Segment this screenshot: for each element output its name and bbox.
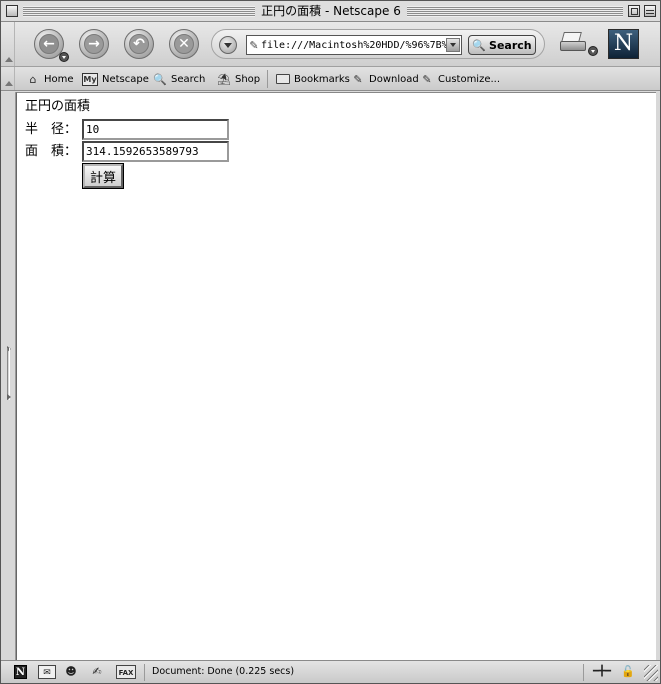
toolbar-shop[interactable]: ⛱ Shop — [217, 71, 260, 87]
download-bookmark-icon: ✎ — [353, 72, 363, 86]
back-history-dropdown[interactable] — [59, 52, 69, 62]
calculate-button[interactable]: 計算 — [82, 163, 124, 189]
search-button[interactable]: 🔍 Search — [468, 35, 536, 55]
area-output[interactable] — [82, 141, 229, 162]
personal-toolbar: ⌂ Home My Netscape 🔍 Search ⛱ Shop Bookm… — [1, 67, 660, 91]
zoom-box[interactable] — [628, 5, 640, 17]
toolbar-customize-label: Customize... — [438, 73, 501, 85]
status-separator — [144, 664, 145, 681]
toolbar-bookmarks[interactable]: Bookmarks — [276, 71, 350, 87]
customize-bookmark-icon: ✎ — [422, 72, 432, 86]
my-netscape-icon: My — [82, 72, 98, 86]
radius-input[interactable] — [82, 119, 229, 140]
browser-window: 正円の面積 - Netscape 6 ← → ↶ ✕ ✎ 🔍 Search — [0, 0, 661, 684]
url-history-dropdown[interactable] — [219, 36, 237, 54]
url-input[interactable] — [261, 39, 446, 51]
status-bar: N ✉ ☻ ✍ FAX Document: Done (0.225 secs) … — [1, 660, 660, 683]
toolbar-my-netscape-label: Netscape — [102, 73, 149, 85]
print-button[interactable] — [558, 29, 592, 59]
address-book-icon[interactable]: FAX — [116, 665, 136, 679]
collapse-box[interactable] — [644, 5, 656, 17]
reload-button[interactable]: ↶ — [124, 29, 154, 59]
toolbar-separator — [267, 70, 268, 88]
window-right-edge — [656, 92, 660, 660]
shop-icon: ⛱ — [217, 72, 231, 86]
security-lock-icon[interactable]: 🔓 — [621, 665, 635, 679]
window-title: 正円の面積 - Netscape 6 — [261, 4, 401, 18]
online-status-icon[interactable]: ━╋━ — [589, 665, 615, 679]
title-bar-stripes-left — [23, 6, 255, 17]
sidebar-open-arrow-icon-lower — [7, 394, 11, 400]
toolbar-shop-label: Shop — [235, 73, 261, 85]
title-bar-stripes-right — [407, 6, 623, 17]
toolbar-bookmarks-label: Bookmarks — [294, 73, 350, 85]
toolbar-download[interactable]: ✎ Download — [351, 71, 419, 87]
navigation-toolbar: ← → ↶ ✕ ✎ 🔍 Search N — [1, 22, 660, 67]
navigation-toolbar-grip[interactable] — [1, 22, 15, 66]
personal-toolbar-grip[interactable] — [1, 67, 15, 90]
window-resize-grip[interactable] — [644, 665, 658, 681]
printer-icon — [560, 41, 586, 51]
stop-button[interactable]: ✕ — [169, 29, 199, 59]
toolbar-download-label: Download — [369, 73, 419, 85]
composer-icon[interactable]: ✍ — [87, 665, 107, 679]
print-dropdown[interactable] — [588, 46, 598, 56]
toolbar-search[interactable]: 🔍 Search — [153, 71, 205, 87]
home-icon: ⌂ — [29, 72, 37, 86]
toolbar-home[interactable]: ⌂ Home — [26, 71, 74, 87]
url-dropdown-button[interactable] — [446, 38, 460, 52]
close-box[interactable] — [6, 5, 18, 17]
instant-messenger-icon[interactable]: ☻ — [64, 665, 78, 679]
area-label: 面 積： — [25, 144, 78, 159]
stop-x-icon: ✕ — [174, 34, 194, 54]
forward-button[interactable]: → — [79, 29, 109, 59]
forward-arrow-icon: → — [84, 34, 104, 54]
search-button-label: Search — [489, 38, 532, 52]
search-icon: 🔍 — [153, 72, 167, 86]
status-separator-right — [583, 664, 584, 681]
back-arrow-icon: ← — [39, 34, 59, 54]
url-bar[interactable]: ✎ — [246, 35, 462, 55]
status-text: Document: Done (0.225 secs) — [152, 666, 295, 677]
title-bar[interactable]: 正円の面積 - Netscape 6 — [1, 1, 660, 22]
toolbar-home-label: Home — [44, 73, 74, 85]
sidebar-grippy[interactable] — [1, 92, 16, 660]
page-heading: 正円の面積 — [25, 99, 91, 114]
reload-icon: ↶ — [129, 34, 149, 54]
bookmarks-folder-icon — [276, 74, 290, 84]
toolbar-my-netscape[interactable]: My Netscape — [82, 71, 149, 87]
netscape-logo[interactable]: N — [608, 29, 639, 59]
mail-icon[interactable]: ✉ — [38, 665, 56, 679]
magnifier-icon: 🔍 — [472, 38, 487, 52]
netscape-component-icon[interactable]: N — [14, 665, 27, 679]
page-content: 正円の面積 半 径： 面 積： 計算 — [16, 92, 656, 660]
radius-label: 半 径： — [25, 122, 78, 137]
toolbar-search-label: Search — [171, 73, 206, 85]
toolbar-customize[interactable]: ✎ Customize... — [420, 71, 500, 87]
sidebar-grip-handle[interactable] — [7, 348, 10, 400]
page-proxy-icon[interactable]: ✎ — [247, 39, 261, 52]
